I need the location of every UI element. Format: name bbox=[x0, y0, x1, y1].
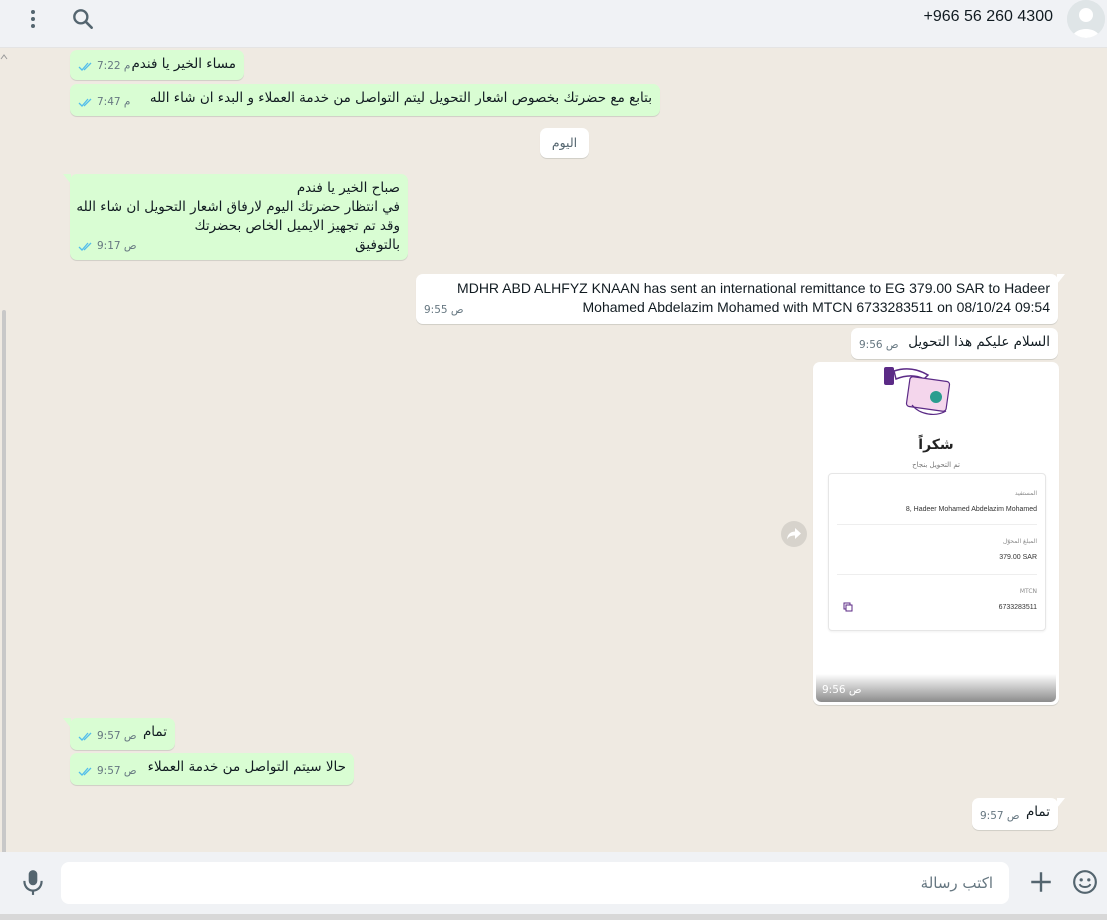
message-text: Mohamed Abdelazim Mohamed with MTCN 6733… bbox=[582, 299, 1050, 315]
message-meta: 9:56 ص bbox=[859, 336, 899, 355]
message-time: 9:57 ص bbox=[97, 765, 137, 777]
scrollbar-thumb[interactable] bbox=[2, 310, 6, 852]
beneficiary-label: المستفيد bbox=[1014, 490, 1037, 497]
read-tick-icon bbox=[78, 242, 92, 251]
chat-header: +966 56 260 4300 bbox=[0, 0, 1107, 48]
amount-label: المبلغ المحوّل bbox=[1002, 538, 1037, 545]
bubble-tail bbox=[63, 174, 71, 184]
bubble-tail bbox=[63, 718, 71, 728]
message-time: 9:17 ص bbox=[97, 240, 137, 252]
message-text: بتابع مع حضرتك بخصوص اشعار التحويل ليتم … bbox=[149, 90, 652, 106]
message-bubble-outgoing[interactable]: مساء الخير يا فندم 7:22 م bbox=[70, 50, 244, 80]
mtcn-label: MTCN bbox=[1019, 588, 1037, 595]
message-bubble-incoming[interactable]: السلام عليكم هذا التحويل 9:56 ص bbox=[851, 328, 1058, 359]
bubble-tail bbox=[1057, 798, 1065, 808]
read-tick-icon bbox=[78, 732, 92, 741]
contact-phone[interactable]: +966 56 260 4300 bbox=[924, 8, 1053, 26]
message-time: 9:57 ص bbox=[97, 730, 137, 742]
message-bubble-outgoing[interactable]: بتابع مع حضرتك بخصوص اشعار التحويل ليتم … bbox=[70, 84, 660, 116]
message-bubble-outgoing[interactable]: حالا سيتم التواصل من خدمة العملاء 9:57 ص bbox=[70, 753, 354, 785]
message-time: 9:57 ص bbox=[980, 810, 1020, 822]
message-time: 7:22 م bbox=[97, 60, 131, 72]
plus-icon[interactable] bbox=[1028, 869, 1054, 895]
receipt-card: المستفيد 8, Hadeer Mohamed Abdelazim Moh… bbox=[828, 473, 1046, 631]
chat-panel: مساء الخير يا فندم 7:22 م بتابع مع حضرتك… bbox=[0, 48, 1107, 852]
message-meta: 7:47 م bbox=[78, 93, 130, 112]
transfer-receipt-image[interactable]: شكراً تم التحويل بنجاح المستفيد 8, Hadee… bbox=[816, 365, 1056, 702]
message-bubble-outgoing[interactable]: تمام 9:57 ص bbox=[63, 718, 175, 750]
divider bbox=[837, 524, 1037, 525]
scroll-up-arrow-icon[interactable] bbox=[0, 54, 8, 60]
message-meta: 9:57 ص bbox=[980, 807, 1020, 826]
date-divider: اليوم bbox=[540, 128, 589, 158]
message-input[interactable]: اكتب رسالة bbox=[61, 862, 1009, 904]
copy-icon bbox=[843, 602, 853, 612]
message-time: 9:55 ص bbox=[424, 304, 464, 316]
receipt-subtitle: تم التحويل بنجاح bbox=[912, 461, 960, 469]
message-meta: 9:55 ص bbox=[424, 301, 464, 320]
more-vert-icon[interactable] bbox=[22, 8, 44, 30]
read-tick-icon bbox=[78, 98, 92, 107]
message-bubble-outgoing[interactable]: صباح الخير يا فندم في انتظار حضرتك اليوم… bbox=[63, 174, 408, 260]
read-tick-icon bbox=[78, 62, 92, 71]
message-text: MDHR ABD ALHFYZ KNAAN has sent an intern… bbox=[457, 280, 1050, 296]
message-text: وقد تم تجهيز الايميل الخاص بحضرتك bbox=[194, 218, 400, 234]
forward-icon[interactable] bbox=[781, 521, 807, 547]
mic-icon[interactable] bbox=[20, 868, 46, 896]
emoji-icon[interactable] bbox=[1072, 869, 1098, 895]
message-time: 9:56 ص bbox=[822, 684, 862, 696]
mtcn-value: 6733283511 bbox=[998, 604, 1037, 611]
message-meta: 7:22 م bbox=[78, 57, 130, 76]
beneficiary-value: 8, Hadeer Mohamed Abdelazim Mohamed bbox=[905, 506, 1037, 513]
message-bubble-incoming[interactable]: MDHR ABD ALHFYZ KNAAN has sent an intern… bbox=[416, 274, 1065, 324]
message-time: 7:47 م bbox=[97, 96, 131, 108]
message-meta: 9:57 ص bbox=[78, 727, 137, 746]
amount-value: 379.00 SAR bbox=[999, 554, 1037, 561]
image-message[interactable]: شكراً تم التحويل بنجاح المستفيد 8, Hadee… bbox=[813, 362, 1059, 705]
window-bottom-bar bbox=[0, 914, 1107, 920]
message-meta: 9:17 ص bbox=[78, 237, 137, 256]
search-icon[interactable] bbox=[70, 6, 96, 32]
read-tick-icon bbox=[78, 767, 92, 776]
message-text: في انتظار حضرتك اليوم لارفاق اشعار التحو… bbox=[76, 199, 400, 215]
money-hand-icon bbox=[884, 367, 951, 415]
bubble-tail bbox=[1057, 274, 1065, 284]
message-composer: اكتب رسالة bbox=[0, 852, 1107, 914]
divider bbox=[837, 574, 1037, 575]
message-time: 9:56 ص bbox=[859, 339, 899, 351]
default-avatar-icon[interactable] bbox=[1067, 0, 1105, 38]
message-text: صباح الخير يا فندم bbox=[296, 180, 400, 196]
receipt-title: شكراً bbox=[918, 437, 954, 453]
message-meta: 9:57 ص bbox=[78, 762, 137, 781]
message-bubble-incoming[interactable]: تمام 9:57 ص bbox=[972, 798, 1065, 830]
